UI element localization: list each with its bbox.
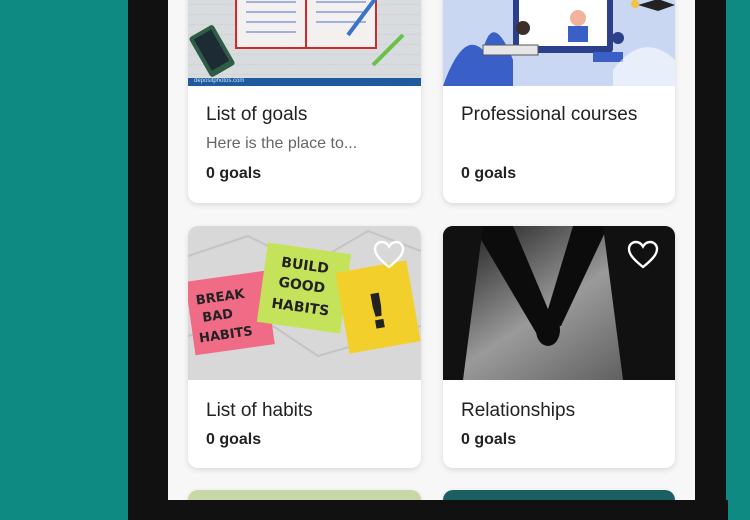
card-title: List of goals (206, 104, 308, 125)
collection-card-relationships[interactable]: Relationships 0 goals (443, 226, 675, 468)
card-title: Relationships (461, 400, 576, 421)
app-screen: depositphotos.com List of goals Here is … (168, 0, 695, 500)
collection-card-courses[interactable]: Professional courses 0 goals (443, 0, 675, 203)
goal-count: 0 goals (206, 165, 262, 182)
habits-thumbnail: BREAK BAD HABITS BUILD GOOD HABITS ! (188, 226, 421, 380)
card-title: Professional courses (461, 104, 638, 125)
goal-count: 0 goals (206, 431, 262, 448)
card-title: List of habits (206, 400, 313, 421)
image-credit: depositphotos.com (194, 78, 245, 84)
favorite-heart-icon[interactable] (373, 240, 405, 270)
goal-count: 0 goals (461, 165, 517, 182)
collection-card-partial-right[interactable] (443, 490, 675, 500)
courses-thumbnail (443, 0, 675, 86)
favorite-heart-icon[interactable] (627, 240, 659, 270)
goals-image (188, 0, 421, 86)
collection-card-habits[interactable]: BREAK BAD HABITS BUILD GOOD HABITS ! Lis… (188, 226, 421, 468)
goal-count: 0 goals (461, 431, 517, 448)
goals-thumbnail: depositphotos.com (188, 0, 421, 86)
background-strip (726, 0, 750, 500)
collection-card-partial-left[interactable] (188, 490, 421, 500)
card-description: Here is the place to... (206, 135, 358, 152)
collection-card-goals[interactable]: depositphotos.com List of goals Here is … (188, 0, 421, 203)
courses-image (443, 0, 675, 86)
relationships-thumbnail (443, 226, 675, 380)
